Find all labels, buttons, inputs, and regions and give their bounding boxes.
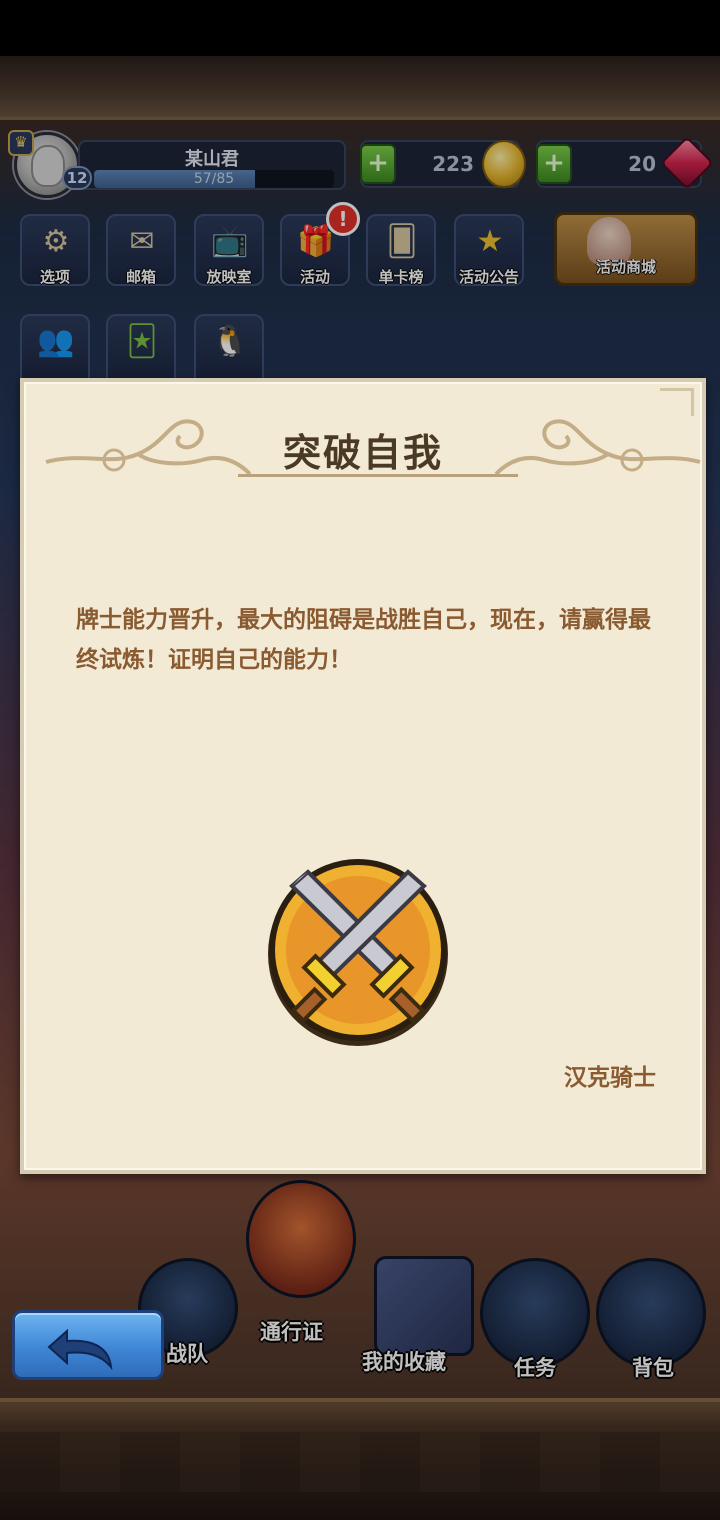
title-divider: [238, 474, 518, 477]
crossed-swords-icon: [268, 859, 448, 1046]
dialog-signature: 汉克骑士: [564, 1065, 656, 1091]
dialog-body-text: 牌士能力晋升，最大的阻碍是战胜自己，现在，请赢得最终试炼！证明自己的能力！: [76, 607, 651, 673]
back-arrow-icon: [47, 1328, 113, 1371]
back-button[interactable]: [12, 1310, 164, 1380]
dialog-title: 突破自我: [282, 431, 443, 475]
story-dialog: 突破自我 牌士能力晋升，最大的阻碍是战胜自己，现在，请赢得最终试炼！证明自己的能…: [20, 378, 706, 1174]
